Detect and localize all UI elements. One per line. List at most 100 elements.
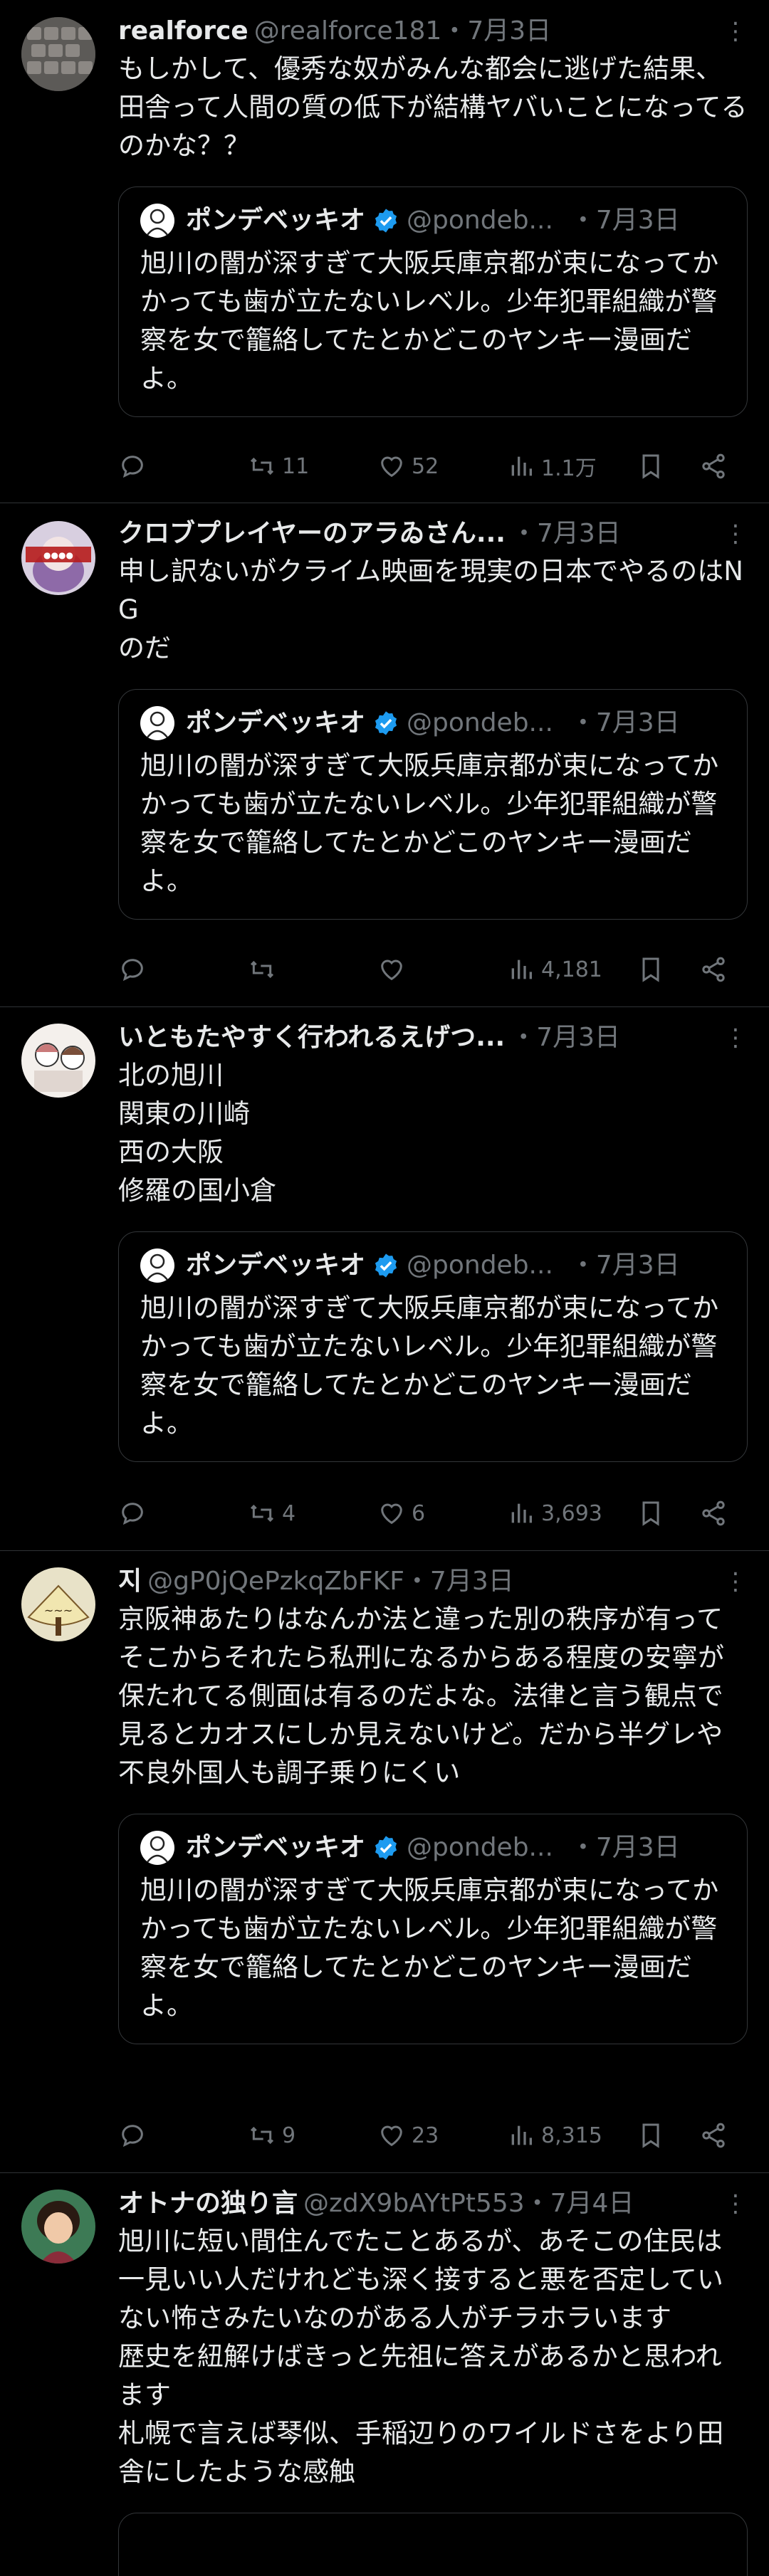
reply-button[interactable] xyxy=(118,2121,248,2150)
display-name[interactable]: クロブプレイヤーのアラゐさん... xyxy=(118,519,506,548)
tweet-text-line: もしかして、優秀な奴がみんな都会に逃げた結果、田舎って人間の質の低下が結構ヤバい… xyxy=(118,53,748,161)
display-name[interactable]: オトナの独り言 xyxy=(118,2189,298,2218)
verified-badge-icon xyxy=(375,1836,397,1860)
quoted-avatar xyxy=(140,1831,174,1865)
bookmark-icon xyxy=(642,2123,659,2148)
display-name[interactable]: いともたやすく行われるえげつ... xyxy=(118,1023,505,1052)
share-button[interactable] xyxy=(699,1499,742,1528)
tweet-text-line: 西の大阪 xyxy=(118,1137,224,1167)
svg-text:●●●●: ●●●● xyxy=(43,550,73,560)
quoted-tweet[interactable]: ポンデベッキオ @pondeb... ・7月3日 旭川の闇が深すぎて大阪兵庫京都が… xyxy=(118,689,748,920)
bookmark-button[interactable] xyxy=(637,955,699,984)
like-button[interactable]: 6 xyxy=(377,1499,507,1528)
timestamp[interactable]: ・7月4日 xyxy=(525,2189,634,2218)
tweet[interactable]: realforce @realforce181・7月3日 ⋮ もしかして、優秀な奴… xyxy=(0,0,769,503)
tweet-text-line: 旭川に短い間住んでたことあるが、あそこの住民は一見いい人だけれども深く接すると悪… xyxy=(118,2226,723,2333)
views-button[interactable]: 3,693 xyxy=(507,1499,637,1528)
quoted-display-name: ポンデベッキオ xyxy=(186,1251,366,1280)
handle[interactable]: @zdX9bAYtPt553 xyxy=(303,2189,525,2218)
like-button[interactable] xyxy=(377,955,507,984)
reply-button[interactable] xyxy=(118,1499,248,1528)
verified-badge-icon xyxy=(375,209,397,233)
like-button[interactable]: 23 xyxy=(377,2121,507,2150)
quoted-tweet[interactable] xyxy=(118,2513,748,2576)
tweet-header: オトナの独り言 @zdX9bAYtPt553・7月4日 xyxy=(118,2187,748,2221)
bookmark-button[interactable] xyxy=(637,1499,699,1528)
bookmark-button[interactable] xyxy=(637,452,699,480)
timestamp[interactable]: ・7月3日 xyxy=(404,1567,514,1596)
reply-button[interactable] xyxy=(118,955,248,984)
quoted-timestamp: ・7月3日 xyxy=(570,708,680,737)
bookmark-button[interactable] xyxy=(637,2121,699,2150)
reply-button[interactable] xyxy=(118,452,248,480)
more-options-icon[interactable]: ⋮ xyxy=(723,14,748,48)
tweet-header: クロブプレイヤーのアラゐさん... ・7月3日 xyxy=(118,517,748,551)
avatar[interactable]: ~~~ xyxy=(21,1567,95,1641)
retweet-icon xyxy=(250,1504,274,1523)
handle[interactable]: @gP0jQePzkqZbFKF xyxy=(147,1567,404,1596)
handle[interactable]: @realforce181 xyxy=(254,16,442,46)
quoted-avatar xyxy=(140,1248,174,1283)
quoted-text: 旭川の闇が深すぎて大阪兵庫京都が束になってかかっても歯が立たないレベル。少年犯罪… xyxy=(140,1293,719,1439)
quoted-handle: @pondeb... xyxy=(407,708,553,737)
retweet-icon xyxy=(250,960,274,979)
tweet-text: もしかして、優秀な奴がみんな都会に逃げた結果、田舎って人間の質の低下が結構ヤバい… xyxy=(118,50,748,165)
tweet-text: 旭川に短い間住んでたことあるが、あそこの住民は一見いい人だけれども深く接すると悪… xyxy=(118,2222,748,2491)
tweet-header: 지 @gP0jQePzkqZbFKF・7月3日 xyxy=(118,1565,748,1599)
more-options-icon[interactable]: ⋮ xyxy=(723,1565,748,1599)
display-name[interactable]: 지 xyxy=(118,1567,142,1596)
action-bar: 11 52 1.1万 xyxy=(118,445,748,488)
more-options-icon[interactable]: ⋮ xyxy=(723,1021,748,1055)
heart-icon xyxy=(381,960,402,981)
heart-icon xyxy=(381,2125,402,2147)
share-icon xyxy=(702,1500,725,1526)
tweet[interactable]: ~~~ 지 @gP0jQePzkqZbFKF・7月3日 ⋮ 京阪神あたりはなんか法… xyxy=(0,1550,769,2173)
views-button[interactable]: 8,315 xyxy=(507,2121,637,2150)
manga-avatar-image xyxy=(21,1024,95,1098)
share-button[interactable] xyxy=(699,955,742,984)
more-options-icon[interactable]: ⋮ xyxy=(723,2187,748,2221)
tweet-text-line: 京阪神あたりはなんか法と違った別の秩序が有ってそこからそれたら私刑になるからある… xyxy=(118,1604,724,1788)
reply-icon xyxy=(122,1503,143,1525)
tweet[interactable]: いともたやすく行われるえげつ... ・7月3日 ⋮ 北の旭川 関東の川崎 西の大阪… xyxy=(0,1006,769,1551)
tweet[interactable]: ●●●● クロブプレイヤーのアラゐさん... ・7月3日 ⋮ 申し訳ないがクライム… xyxy=(0,503,769,1007)
timestamp[interactable]: ・7月3日 xyxy=(511,519,621,548)
views-button[interactable]: 1.1万 xyxy=(507,451,637,482)
display-name[interactable]: realforce xyxy=(118,16,249,46)
share-button[interactable] xyxy=(699,452,742,480)
quoted-display-name: ポンデベッキオ xyxy=(186,708,366,737)
bookmark-icon xyxy=(642,1501,659,1526)
action-bar: 4 6 3,693 xyxy=(118,1492,748,1535)
retweet-button[interactable] xyxy=(248,955,377,984)
quoted-tweet[interactable]: ポンデベッキオ @pondeb... ・7月3日 旭川の闇が深すぎて大阪兵庫京都が… xyxy=(118,1231,748,1462)
tweet-text-line: 北の旭川 xyxy=(118,1060,224,1090)
timestamp[interactable]: ・7月3日 xyxy=(511,1023,620,1052)
bookmark-icon xyxy=(642,454,659,479)
quoted-tweet[interactable]: ポンデベッキオ @pondeb... ・7月3日 旭川の闇が深すぎて大阪兵庫京都が… xyxy=(118,186,748,417)
avatar[interactable] xyxy=(21,17,95,91)
like-button[interactable]: 52 xyxy=(377,452,507,480)
retweet-button[interactable]: 11 xyxy=(248,452,377,480)
woman-avatar-image xyxy=(21,2189,95,2264)
like-count: 6 xyxy=(412,1500,426,1526)
share-button[interactable] xyxy=(699,2121,742,2150)
share-icon xyxy=(702,2123,725,2148)
avatar[interactable]: ●●●● xyxy=(21,521,95,595)
quoted-display-name: ポンデベッキオ xyxy=(186,206,366,235)
quoted-avatar xyxy=(140,706,174,740)
avatar[interactable] xyxy=(21,2189,95,2264)
tweet[interactable]: オトナの独り言 @zdX9bAYtPt553・7月4日 ⋮ 旭川に短い間住んでたこ… xyxy=(0,2172,769,2576)
more-options-icon[interactable]: ⋮ xyxy=(723,517,748,551)
tweet-text: 北の旭川 関東の川崎 西の大阪 修羅の国小倉 xyxy=(118,1056,748,1210)
verified-badge-icon xyxy=(375,711,397,735)
quoted-text: 旭川の闇が深すぎて大阪兵庫京都が束になってかかっても歯が立たないレベル。少年犯罪… xyxy=(140,750,719,896)
views-button[interactable]: 4,181 xyxy=(507,955,637,984)
tweet-header: realforce @realforce181・7月3日 xyxy=(118,14,748,48)
like-count: 23 xyxy=(412,2123,439,2148)
avatar[interactable] xyxy=(21,1024,95,1098)
timestamp[interactable]: ・7月3日 xyxy=(441,16,551,46)
retweet-button[interactable]: 4 xyxy=(248,1499,377,1528)
quoted-tweet[interactable]: ポンデベッキオ @pondeb... ・7月3日 旭川の闇が深すぎて大阪兵庫京都が… xyxy=(118,1814,748,2044)
retweet-button[interactable]: 9 xyxy=(248,2121,377,2150)
anime-avatar-image: ●●●● xyxy=(21,521,95,595)
